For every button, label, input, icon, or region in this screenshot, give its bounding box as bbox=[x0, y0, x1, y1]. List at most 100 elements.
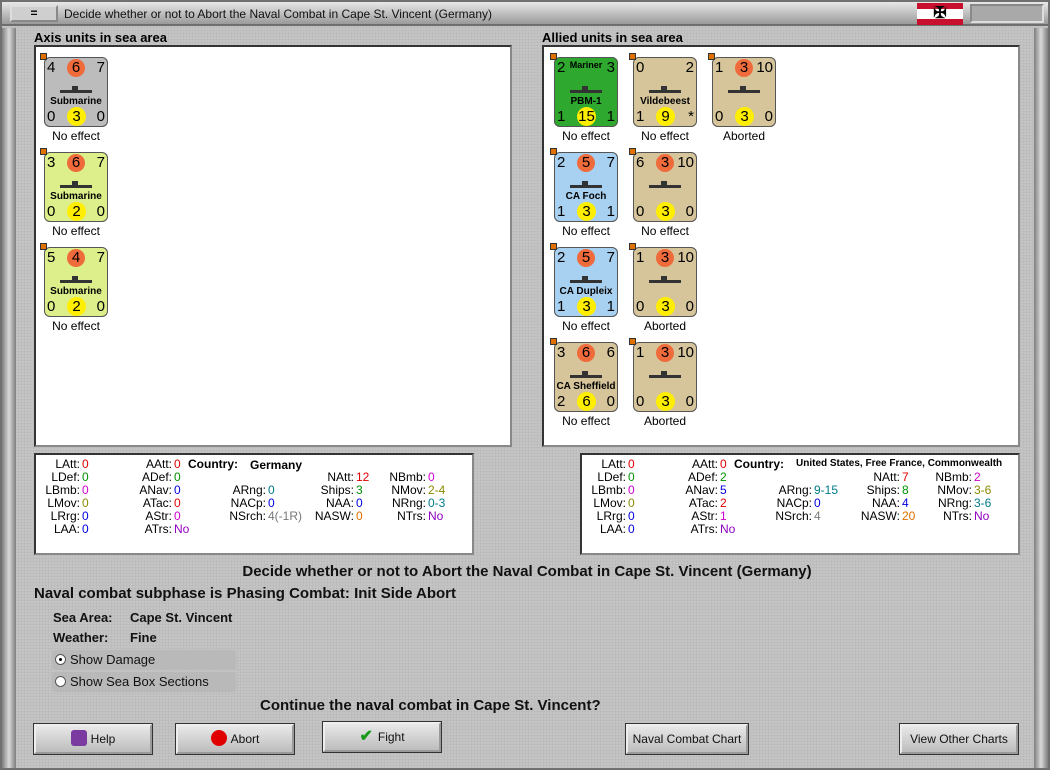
stat-label-lrrg: LRrg: bbox=[50, 509, 80, 523]
help-button[interactable]: Help bbox=[34, 724, 152, 754]
unit-counter[interactable]: 5 7 0 0 4 2 Submarine bbox=[44, 247, 108, 317]
stat-label-nrng: NRng: bbox=[391, 496, 426, 510]
defense-circle: 3 bbox=[656, 297, 675, 316]
unit-counter[interactable]: 1 10 0 0 3 3 bbox=[712, 57, 776, 127]
unit-result: No effect bbox=[52, 224, 100, 238]
counter-value-tl: 1 bbox=[636, 344, 645, 361]
stat-value-lmov: 0 bbox=[628, 496, 635, 510]
unit-counter[interactable]: 1 10 0 0 3 3 bbox=[633, 342, 697, 412]
counter-value-tr: 6 bbox=[606, 344, 615, 361]
unit-counter[interactable]: 4 7 0 0 6 3 Submarine bbox=[44, 57, 108, 127]
weather-label: Weather: bbox=[53, 630, 109, 645]
attack-circle: 4 bbox=[67, 249, 85, 267]
stat-label-latt: LAtt: bbox=[55, 457, 80, 471]
fight-button[interactable]: ✔ Fight bbox=[323, 722, 441, 752]
stat-label-latt: LAtt: bbox=[601, 457, 626, 471]
show-sea-box-radio[interactable]: Show Sea Box Sections bbox=[52, 672, 236, 692]
attack-circle: 3 bbox=[656, 154, 674, 172]
left-frame bbox=[2, 28, 16, 768]
stat-value-latt: 0 bbox=[628, 457, 635, 471]
abort-button[interactable]: Abort bbox=[176, 724, 294, 754]
axis-units-title: Axis units in sea area bbox=[34, 30, 167, 45]
stat-value-anav: 0 bbox=[174, 483, 181, 497]
defense-circle: 2 bbox=[67, 297, 86, 316]
counter-value-tl: 6 bbox=[636, 154, 645, 171]
counter-value-tl: 4 bbox=[47, 59, 56, 76]
defense-circle: 3 bbox=[735, 107, 754, 126]
stat-label-ldef: LDef: bbox=[51, 470, 80, 484]
unit-counter[interactable]: 3 6 2 0 6 6 CA Sheffield bbox=[554, 342, 618, 412]
sea-area-label: Sea Area: bbox=[53, 610, 113, 625]
dialog-window: = Decide whether or not to Abort the Nav… bbox=[0, 0, 1050, 770]
stat-value-nacp: 0 bbox=[268, 496, 275, 510]
attack-circle: 6 bbox=[67, 154, 85, 172]
title-bar: = Decide whether or not to Abort the Nav… bbox=[2, 2, 1048, 26]
counter-value-bl: 0 bbox=[636, 203, 645, 220]
naval-combat-chart-button[interactable]: Naval Combat Chart bbox=[626, 724, 748, 754]
unit-counter[interactable]: 2 7 1 1 5 3 CA Foch bbox=[554, 152, 618, 222]
unit-counter[interactable]: 2 3 1 1 Mariner 15 PBM-1 bbox=[554, 57, 618, 127]
stat-label-nasw: NASW: bbox=[314, 509, 354, 523]
unit-result: Aborted bbox=[643, 414, 687, 428]
stat-label-atac: ATac: bbox=[688, 496, 718, 510]
stat-value-arng: 9-15 bbox=[814, 483, 839, 497]
stat-value-atac: 0 bbox=[174, 496, 181, 510]
unit-counter[interactable]: 1 10 0 0 3 3 bbox=[633, 247, 697, 317]
window-controls[interactable] bbox=[970, 4, 1044, 23]
show-damage-radio[interactable]: Show Damage bbox=[52, 650, 236, 670]
ship-silhouette-icon bbox=[568, 366, 604, 378]
unit-result: No effect bbox=[562, 319, 610, 333]
defense-circle: 6 bbox=[577, 392, 596, 411]
stat-label-nacp: NACp: bbox=[230, 496, 266, 510]
system-menu-button[interactable]: = bbox=[10, 5, 58, 22]
unit-name: PBM-1 bbox=[570, 96, 602, 107]
stat-label-nasw: NASW: bbox=[860, 509, 900, 523]
ship-silhouette-icon bbox=[58, 271, 94, 283]
counter-value-tr: 2 bbox=[685, 59, 694, 76]
stat-label-naa: NAA: bbox=[325, 496, 354, 510]
stat-value-natt: 7 bbox=[902, 470, 909, 484]
stat-label-natt: NAtt: bbox=[327, 470, 354, 484]
stat-label-adef: ADef: bbox=[141, 470, 172, 484]
stat-label-lrrg: LRrg: bbox=[596, 509, 626, 523]
view-other-charts-button[interactable]: View Other Charts bbox=[900, 724, 1018, 754]
unit-name: CA Sheffield bbox=[556, 381, 616, 392]
main-heading: Decide whether or not to Abort the Naval… bbox=[242, 563, 812, 580]
unit-status-marker-icon bbox=[708, 53, 715, 60]
ship-silhouette-icon bbox=[58, 81, 94, 93]
stat-label-astr: AStr: bbox=[691, 509, 718, 523]
unit-result: No effect bbox=[562, 129, 610, 143]
stat-value-ldef: 0 bbox=[628, 470, 635, 484]
unit-result: No effect bbox=[562, 224, 610, 238]
ship-silhouette-icon bbox=[568, 176, 604, 188]
unit-result: No effect bbox=[52, 319, 100, 333]
fight-label: Fight bbox=[377, 730, 405, 744]
defense-circle: 15 bbox=[577, 107, 596, 126]
counter-value-tl: 2 bbox=[557, 154, 566, 171]
counter-value-br: 0 bbox=[685, 298, 694, 315]
defense-circle: 9 bbox=[656, 107, 675, 126]
defense-circle: 3 bbox=[656, 392, 675, 411]
defense-circle: 3 bbox=[577, 202, 596, 221]
unit-name: Submarine bbox=[50, 286, 102, 297]
counter-value-bl: 1 bbox=[636, 108, 645, 125]
stat-label-atrs: ATrs: bbox=[690, 522, 718, 536]
attack-circle: 5 bbox=[577, 249, 595, 267]
stat-value-nbmb: 2 bbox=[974, 470, 981, 484]
stat-label-laa: LAA: bbox=[53, 522, 80, 536]
stat-value-nacp: 0 bbox=[814, 496, 821, 510]
unit-counter[interactable]: 6 10 0 0 3 3 bbox=[633, 152, 697, 222]
stat-value-nasw: 20 bbox=[902, 509, 916, 523]
counter-value-tl: 3 bbox=[557, 344, 566, 361]
stat-value-nsrch: 4 bbox=[814, 509, 821, 523]
stat-label-laa: LAA: bbox=[599, 522, 626, 536]
unit-counter[interactable]: 2 7 1 1 5 3 CA Dupleix bbox=[554, 247, 618, 317]
unit-counter[interactable]: 3 7 0 0 6 2 Submarine bbox=[44, 152, 108, 222]
window-title: Decide whether or not to Abort the Naval… bbox=[64, 7, 492, 21]
unit-counter[interactable]: 0 2 1 * 9 Vildebeest bbox=[633, 57, 697, 127]
counter-value-tr: 7 bbox=[96, 154, 105, 171]
germany-flag-icon: ✠ bbox=[917, 3, 963, 25]
stat-value-atac: 2 bbox=[720, 496, 727, 510]
stat-label-nrng: NRng: bbox=[937, 496, 972, 510]
counter-value-tr: 10 bbox=[756, 59, 773, 76]
